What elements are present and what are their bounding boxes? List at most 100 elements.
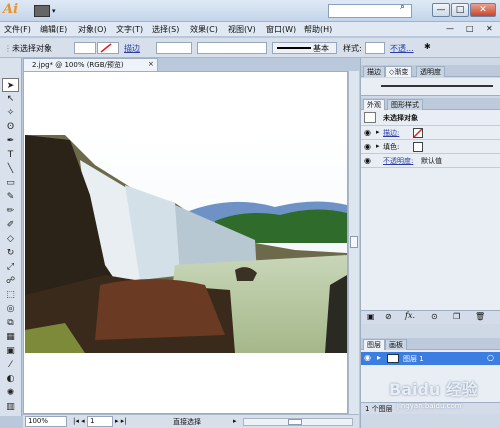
mesh-tool-icon[interactable]: ▦: [2, 330, 19, 344]
paintbrush-tool-icon[interactable]: ✎: [2, 190, 19, 204]
visibility-eye-icon[interactable]: ◉: [364, 142, 371, 151]
expand-triangle-icon[interactable]: ▸: [376, 128, 380, 136]
tab-layers[interactable]: 图层: [363, 339, 385, 350]
arrange-documents-icon[interactable]: [34, 5, 50, 17]
gradient-tool-icon[interactable]: ▣: [2, 344, 19, 358]
direct-selection-tool-icon[interactable]: ↖: [2, 92, 19, 106]
blob-brush-tool-icon[interactable]: ✐: [2, 218, 19, 232]
delete-icon[interactable]: 🗑: [475, 312, 485, 321]
menu-select[interactable]: 选择(S): [152, 24, 179, 35]
minimize-button[interactable]: —: [432, 3, 450, 17]
pencil-tool-icon[interactable]: ✏: [2, 204, 19, 218]
selection-tool-icon[interactable]: ➤: [2, 78, 19, 92]
menu-type[interactable]: 文字(T): [116, 24, 143, 35]
column-graph-tool-icon[interactable]: ▥: [2, 400, 19, 414]
maximize-button[interactable]: □: [451, 3, 469, 17]
scroll-thumb[interactable]: [288, 419, 302, 425]
free-transform-tool-icon[interactable]: ⬚: [2, 288, 19, 302]
tab-graphic-styles[interactable]: 图形样式: [387, 99, 423, 110]
tab-artboards[interactable]: 画板: [385, 339, 407, 350]
tools-panel: ➤ ↖ ✧ ʘ ✒ T ╲ ▭ ✎ ✏ ✐ ◇ ↻ ⤢ ☍ ⬚ ◎ ⧉ ▦ ▣ …: [0, 58, 22, 416]
fill-row-label[interactable]: 填色:: [383, 142, 399, 152]
doc-close-button[interactable]: ✕: [486, 24, 493, 33]
zoom-dropdown[interactable]: 100%: [25, 416, 67, 427]
visibility-eye-icon[interactable]: ◉: [364, 128, 371, 137]
vertical-scrollbar[interactable]: [348, 71, 359, 414]
first-page-icon[interactable]: |◂ ◂: [73, 417, 85, 425]
visibility-eye-icon[interactable]: ◉: [364, 353, 371, 362]
opacity-link[interactable]: 不透...: [390, 43, 414, 54]
status-menu-icon[interactable]: ▸: [233, 417, 237, 425]
horizontal-scrollbar[interactable]: [243, 418, 353, 426]
scale-tool-icon[interactable]: ⤢: [2, 260, 19, 274]
doc-minimize-button[interactable]: —: [446, 24, 454, 33]
layer-row[interactable]: ◉ ▸ 图层 1 ○: [361, 352, 500, 365]
style-label: 样式:: [343, 44, 362, 53]
visibility-eye-icon[interactable]: ◉: [364, 156, 371, 165]
doc-maximize-button[interactable]: □: [466, 24, 474, 33]
document-tab-close[interactable]: ×: [148, 60, 154, 68]
clear-icon[interactable]: ⊘: [385, 312, 392, 321]
expand-triangle-icon[interactable]: ▸: [376, 142, 380, 150]
stroke-swatch-dropdown[interactable]: [97, 42, 119, 54]
menu-view[interactable]: 视图(V): [228, 24, 256, 35]
shape-builder-tool-icon[interactable]: ◎: [2, 302, 19, 316]
expand-triangle-icon[interactable]: ▸: [377, 353, 381, 362]
rotate-tool-icon[interactable]: ↻: [2, 246, 19, 260]
variable-width-dropdown[interactable]: [197, 42, 267, 54]
duplicate-icon[interactable]: ❐: [453, 312, 460, 321]
eraser-tool-icon[interactable]: ◇: [2, 232, 19, 246]
stroke-link[interactable]: 描边: [124, 43, 140, 54]
search-icon[interactable]: ⌕: [400, 2, 405, 12]
layer-thumbnail: [387, 354, 399, 363]
recolor-icon[interactable]: ✱: [424, 42, 431, 51]
tab-appearance[interactable]: 外观: [363, 99, 385, 110]
menu-file[interactable]: 文件(F): [4, 24, 31, 35]
target-circle-icon[interactable]: ○: [487, 353, 494, 362]
fx-icon[interactable]: fx.: [405, 311, 415, 320]
scroll-thumb[interactable]: [350, 236, 358, 248]
menu-effect[interactable]: 效果(C): [190, 24, 218, 35]
menu-help[interactable]: 帮助(H): [304, 24, 332, 35]
new-art-icon[interactable]: ▣: [367, 312, 375, 321]
document-canvas[interactable]: [23, 71, 348, 414]
fill-swatch[interactable]: [413, 142, 423, 152]
artboard-number-field[interactable]: 1: [87, 416, 113, 427]
rectangle-tool-icon[interactable]: ▭: [2, 176, 19, 190]
appearance-row-fill[interactable]: ◉ ▸ 填色:: [361, 140, 500, 154]
stroke-weight-dropdown[interactable]: [156, 42, 192, 54]
perspective-grid-tool-icon[interactable]: ⧉: [2, 316, 19, 330]
reduce-icon[interactable]: ⊙: [431, 312, 438, 321]
close-button[interactable]: ✕: [470, 3, 496, 17]
gradient-slider[interactable]: [381, 85, 493, 87]
magic-wand-tool-icon[interactable]: ✧: [2, 106, 19, 120]
opacity-row-label[interactable]: 不透明度:: [383, 156, 413, 166]
control-bar: ⋮ 未选择对象 描边 基本 样式: 不透... ✱: [0, 38, 500, 58]
appearance-row-stroke[interactable]: ◉ ▸ 描边:: [361, 126, 500, 140]
symbol-sprayer-tool-icon[interactable]: ✺: [2, 386, 19, 400]
menu-window[interactable]: 窗口(W): [266, 24, 296, 35]
next-page-icon[interactable]: ▸ ▸|: [115, 417, 127, 425]
tab-transparency[interactable]: 透明度: [416, 66, 445, 77]
document-tab[interactable]: 2.jpg* @ 100% (RGB/预览) ×: [23, 58, 158, 71]
chevron-down-icon[interactable]: ▾: [52, 7, 56, 15]
lasso-tool-icon[interactable]: ʘ: [2, 120, 19, 134]
stroke-row-label[interactable]: 描边:: [383, 128, 399, 138]
pen-tool-icon[interactable]: ✒: [2, 134, 19, 148]
no-stroke-swatch[interactable]: [413, 128, 423, 138]
appearance-row-opacity[interactable]: ◉ 不透明度: 默认值: [361, 154, 500, 168]
menu-edit[interactable]: 编辑(E): [40, 24, 67, 35]
brush-dropdown[interactable]: 基本: [272, 42, 337, 54]
warp-tool-icon[interactable]: ☍: [2, 274, 19, 288]
type-tool-icon[interactable]: T: [2, 148, 19, 162]
menu-object[interactable]: 对象(O): [78, 24, 107, 35]
line-tool-icon[interactable]: ╲: [2, 162, 19, 176]
placed-image[interactable]: [25, 135, 347, 353]
blend-tool-icon[interactable]: ◐: [2, 372, 19, 386]
eyedropper-tool-icon[interactable]: ⁄: [2, 358, 19, 372]
tab-gradient[interactable]: ◇渐变: [385, 66, 413, 77]
graphic-style-dropdown[interactable]: [365, 42, 385, 54]
tab-stroke[interactable]: 描边: [363, 66, 385, 77]
fill-swatch-dropdown[interactable]: [74, 42, 96, 54]
layer-name[interactable]: 图层 1: [403, 354, 424, 364]
